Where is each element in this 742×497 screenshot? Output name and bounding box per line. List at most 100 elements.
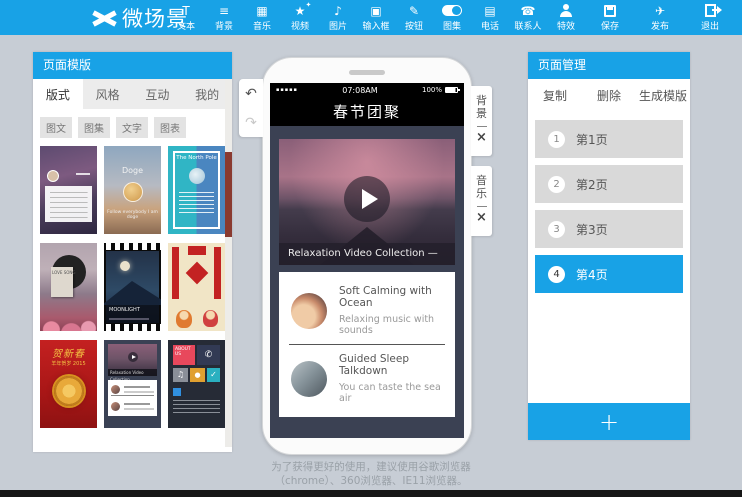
template-thumb-moonlight[interactable]: MOONLIGHT — [104, 243, 161, 331]
template-thumb-relaxation-video[interactable]: Relaxation Video Collection — [104, 340, 161, 428]
playlist-thumb — [291, 293, 327, 329]
edit-icon: ✎ — [409, 4, 419, 18]
playlist-item[interactable]: Soft Calming with Ocean Relaxing music w… — [279, 277, 455, 344]
toolbar-actions: 保存 ✈ 发布 退出 — [591, 0, 729, 35]
template-thumb-city-night[interactable] — [40, 146, 97, 234]
copy-button[interactable]: 复制 — [528, 87, 582, 104]
scrollbar-thumb[interactable] — [225, 152, 232, 237]
page-row-4-active[interactable]: 4 第4页 — [535, 255, 683, 293]
filmstrip-holes — [104, 324, 161, 331]
person-icon — [559, 4, 573, 17]
text-icon: T — [182, 4, 189, 18]
template-thumb-new-year-kids[interactable] — [168, 243, 225, 331]
playlist-card[interactable]: Soft Calming with Ocean Relaxing music w… — [279, 272, 455, 417]
filter-text[interactable]: 文字 — [116, 117, 148, 138]
page-row-1[interactable]: 1 第1页 — [535, 120, 683, 158]
side-tab-music[interactable]: 音乐 × — [471, 166, 492, 236]
toolbar-item-video[interactable]: ★✦ 视频 — [281, 0, 319, 35]
gold-flower — [54, 376, 84, 406]
moon — [120, 261, 130, 271]
template-panel: 页面模版 版式 风格 互动 我的 图文 图集 文字 图表 Doge Follow… — [33, 52, 232, 452]
toolbar-item-image[interactable]: ♪ 图片 — [319, 0, 357, 35]
close-icon[interactable]: × — [476, 131, 487, 144]
page-row-2[interactable]: 2 第2页 — [535, 165, 683, 203]
avatar — [47, 170, 59, 182]
toolbar-item-contacts[interactable]: ☎ 联系人 — [509, 0, 547, 35]
play-button[interactable] — [344, 176, 390, 222]
playlist-item[interactable]: Guided Sleep Talkdown You can taste the … — [289, 344, 445, 412]
toolbar-item-text[interactable]: T 文本 — [167, 0, 205, 35]
toolbar-item-button[interactable]: ✎ 按钮 — [395, 0, 433, 35]
tab-interaction[interactable]: 互动 — [133, 79, 183, 109]
page-list: 1 第1页 2 第2页 3 第3页 4 第4页 — [528, 112, 690, 293]
video-element[interactable]: Relaxation Video Collection — — [279, 139, 455, 265]
template-filters: 图文 图集 文字 图表 — [33, 109, 232, 144]
template-scrollbar[interactable] — [225, 80, 232, 447]
avatar — [189, 168, 205, 184]
list-icon: ≡ — [219, 4, 229, 18]
publish-button[interactable]: ✈ 发布 — [641, 0, 679, 35]
grid-icon: ▦ — [256, 4, 267, 18]
clock: 07:08AM — [342, 86, 377, 95]
exit-icon — [705, 4, 716, 17]
star-icon: ★✦ — [295, 4, 306, 18]
toolbar-item-input-box[interactable]: ▣ 输入框 — [357, 0, 395, 35]
page-number-badge: 2 — [548, 176, 565, 193]
template-panel-title: 页面模版 — [33, 52, 232, 79]
video-caption: Relaxation Video Collection — — [279, 243, 455, 265]
tab-style[interactable]: 风格 — [83, 79, 133, 109]
template-grid: Doge Follow everybody I am doge The Nort… — [33, 144, 232, 436]
music-note-icon: ♪ — [334, 4, 342, 18]
template-thumb-he-xin-chun[interactable]: 贺新春 羊年贺岁 2015 — [40, 340, 97, 428]
top-toolbar: 微场景 T 文本 ≡ 背景 ▦ 音乐 ★✦ 视频 ♪ 图片 ▣ 输入框 ✎ 按钮 — [0, 0, 742, 35]
template-thumb-north-pole[interactable]: The North Pole — [168, 146, 225, 234]
close-icon[interactable]: × — [476, 211, 487, 224]
exit-button[interactable]: 退出 — [691, 0, 729, 35]
page-manager-panel: 页面管理 复制 删除 生成模版 1 第1页 2 第2页 3 第3页 4 第4页 … — [528, 52, 690, 440]
phone-speaker — [349, 70, 385, 75]
bottom-bar — [0, 490, 742, 497]
generate-template-button[interactable]: 生成模版 — [636, 87, 690, 104]
history-controls: ↶ ↷ — [239, 79, 263, 137]
page-title[interactable]: 春节团聚 — [270, 97, 464, 126]
avatar — [123, 182, 143, 202]
image-icon: ▣ — [370, 4, 381, 18]
toggle-icon — [442, 5, 462, 16]
toolbar-item-background[interactable]: ≡ 背景 — [205, 0, 243, 35]
minimize-icon[interactable] — [477, 206, 487, 207]
toolbar-item-phone[interactable]: ▤ 电话 — [471, 0, 509, 35]
page-content: Relaxation Video Collection — Soft Calmi… — [270, 126, 464, 438]
brand-x-icon — [93, 9, 115, 27]
phone-preview: ↶ ↷ ▪▪▪▪▪ 07:08AM 100% 春节团聚 Relaxation V… — [262, 57, 472, 455]
status-bar: ▪▪▪▪▪ 07:08AM 100% — [270, 83, 464, 97]
side-tab-background[interactable]: 背景 × — [471, 86, 492, 156]
minimize-icon[interactable] — [477, 126, 487, 127]
page-manager-actions: 复制 删除 生成模版 — [528, 79, 690, 112]
filmstrip-holes — [104, 243, 161, 250]
filter-chart[interactable]: 图表 — [154, 117, 186, 138]
filter-image-text[interactable]: 图文 — [40, 117, 72, 138]
page-row-3[interactable]: 3 第3页 — [535, 210, 683, 248]
add-page-button[interactable]: + — [528, 403, 690, 440]
phone-icon: ☎ — [521, 4, 536, 18]
page-manager-title: 页面管理 — [528, 52, 690, 79]
playlist-thumb — [291, 361, 327, 397]
save-button[interactable]: 保存 — [591, 0, 629, 35]
undo-button[interactable]: ↶ — [239, 79, 263, 108]
signal-dots: ▪▪▪▪▪ — [276, 87, 298, 93]
tab-layout[interactable]: 版式 — [33, 79, 83, 109]
toolbar-item-gallery[interactable]: 图集 — [433, 0, 471, 35]
filter-gallery[interactable]: 图集 — [78, 117, 110, 138]
save-icon — [604, 5, 616, 17]
page-number-badge: 3 — [548, 221, 565, 238]
play-icon — [128, 352, 138, 362]
toolbar-item-music[interactable]: ▦ 音乐 — [243, 0, 281, 35]
redo-button[interactable]: ↷ — [239, 108, 263, 137]
template-thumb-metro-tiles[interactable]: ABOUT US ✆ ♫ ● ✓ — [168, 340, 225, 428]
page-number-badge: 4 — [548, 266, 565, 283]
template-thumb-doge[interactable]: Doge Follow everybody I am doge — [104, 146, 161, 234]
publish-icon: ✈ — [655, 4, 665, 18]
template-thumb-love-song[interactable]: LOVE SONG — [40, 243, 97, 331]
delete-button[interactable]: 删除 — [582, 87, 636, 104]
toolbar-item-effects[interactable]: 特效 — [547, 0, 585, 35]
